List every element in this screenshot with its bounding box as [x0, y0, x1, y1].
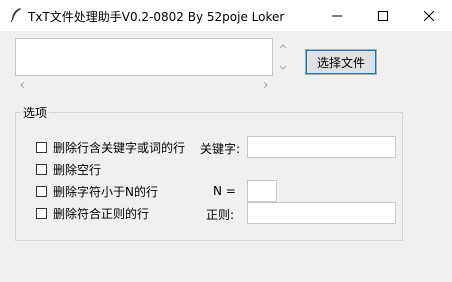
close-icon — [424, 10, 434, 21]
maximize-button[interactable] — [360, 0, 406, 31]
option-delete-short-lines[interactable]: 删除字符小于N的行 — [36, 184, 158, 199]
n-label: N = — [213, 184, 236, 198]
select-file-button[interactable]: 选择文件 — [305, 49, 377, 75]
feather-icon — [10, 8, 21, 23]
option-label: 删除符合正则的行 — [53, 206, 150, 221]
title-bar: TxT文件处理助手V0.2-0802 By 52poje Loker — [0, 0, 452, 31]
regex-label: 正则: — [206, 208, 235, 222]
chevron-right-icon[interactable] — [261, 80, 271, 90]
maximize-icon — [378, 10, 388, 21]
checkbox[interactable] — [36, 207, 47, 219]
option-delete-keyword-lines[interactable]: 删除行含关键字或词的行 — [36, 140, 186, 155]
option-label: 删除行含关键字或词的行 — [53, 140, 186, 155]
option-delete-empty-lines[interactable]: 删除空行 — [36, 162, 102, 177]
options-group-title: 选项 — [21, 104, 50, 121]
n-input[interactable] — [247, 180, 277, 202]
minimize-button[interactable] — [314, 0, 360, 31]
window-title: TxT文件处理助手V0.2-0802 By 52poje Loker — [28, 10, 285, 24]
horizontal-scrollbar[interactable] — [15, 78, 273, 92]
close-button[interactable] — [406, 0, 452, 31]
regex-input[interactable] — [247, 202, 396, 224]
checkbox[interactable] — [36, 141, 47, 153]
checkbox[interactable] — [36, 185, 47, 197]
file-path-textarea[interactable] — [15, 38, 273, 76]
chevron-down-icon[interactable] — [278, 63, 288, 73]
checkbox[interactable] — [36, 163, 47, 175]
option-label: 删除空行 — [53, 162, 102, 177]
minimize-icon — [332, 15, 342, 16]
vertical-scrollbar[interactable] — [276, 38, 290, 76]
app-window: TxT文件处理助手V0.2-0802 By 52poje Loker 选择文件 … — [0, 0, 452, 282]
chevron-left-icon[interactable] — [17, 80, 27, 90]
keyword-label: 关键字: — [200, 142, 241, 156]
option-label: 删除字符小于N的行 — [53, 184, 158, 199]
chevron-up-icon[interactable] — [278, 41, 288, 51]
keyword-input[interactable] — [247, 136, 396, 158]
option-delete-regex-lines[interactable]: 删除符合正则的行 — [36, 206, 150, 221]
